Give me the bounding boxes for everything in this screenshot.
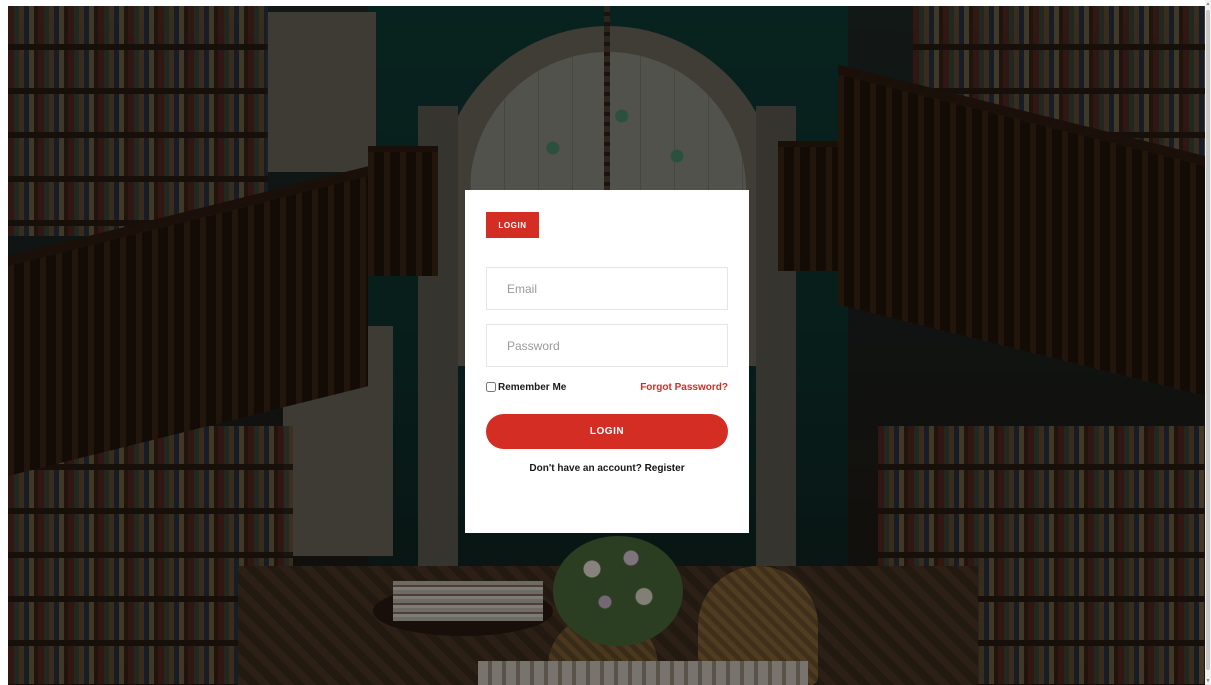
password-input[interactable] — [486, 324, 728, 367]
register-prompt: Don't have an account? — [529, 463, 645, 474]
login-page: LOGIN Remember Me Forgot Password? LOGIN… — [0, 0, 1211, 685]
login-submit-button[interactable]: LOGIN — [486, 414, 728, 449]
scrollbar-thumb[interactable] — [1206, 10, 1210, 670]
email-input[interactable] — [486, 267, 728, 310]
left-edge — [0, 0, 8, 685]
remember-me[interactable]: Remember Me — [486, 382, 566, 393]
register-row: Don't have an account? Register — [465, 463, 749, 474]
forgot-password-link[interactable]: Forgot Password? — [640, 382, 728, 393]
remember-me-label: Remember Me — [498, 381, 567, 393]
chevron-down-icon[interactable]: ▼ — [1205, 677, 1211, 685]
login-card: LOGIN Remember Me Forgot Password? LOGIN… — [465, 190, 749, 533]
login-tab[interactable]: LOGIN — [486, 212, 539, 238]
remember-me-checkbox[interactable] — [486, 382, 496, 392]
remember-row: Remember Me Forgot Password? — [486, 379, 728, 395]
vertical-scrollbar[interactable]: ▲ ▼ — [1205, 0, 1211, 685]
register-link[interactable]: Register — [645, 463, 685, 474]
chevron-up-icon[interactable]: ▲ — [1205, 0, 1211, 8]
